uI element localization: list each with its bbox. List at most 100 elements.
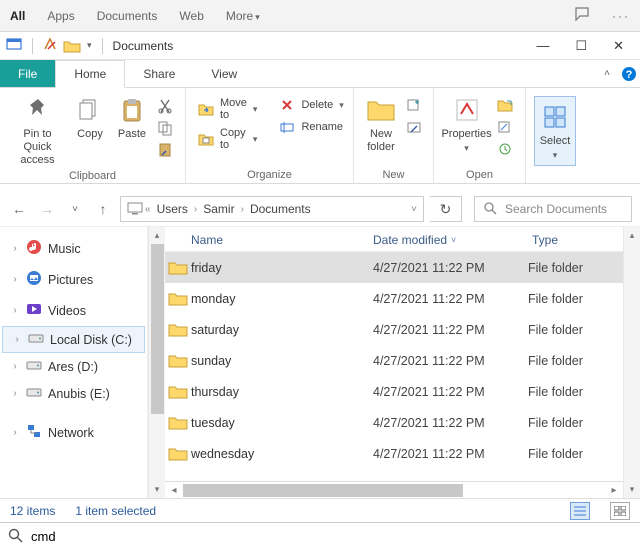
- file-list[interactable]: friday4/27/2021 11:22 PMFile folder mond…: [165, 252, 623, 481]
- folder-icon: [165, 415, 191, 431]
- filter-all[interactable]: All: [10, 9, 25, 23]
- sidebar-item-local-disk-c[interactable]: ›Local Disk (C:): [2, 326, 145, 353]
- table-row[interactable]: friday4/27/2021 11:22 PMFile folder: [165, 252, 623, 283]
- table-row[interactable]: tuesday4/27/2021 11:22 PMFile folder: [165, 407, 623, 438]
- music-icon: [26, 239, 42, 258]
- search-icon: [483, 201, 497, 218]
- close-button[interactable]: ✕: [613, 38, 624, 54]
- pc-icon: [127, 201, 143, 218]
- status-bar: 12 items 1 item selected: [0, 498, 640, 522]
- explorer-icon: [6, 36, 22, 55]
- qat-dropdown-icon[interactable]: ▾: [87, 40, 92, 51]
- filter-more[interactable]: More: [226, 9, 260, 23]
- details-view-button[interactable]: [570, 502, 590, 520]
- group-new-label: New: [354, 169, 433, 183]
- new-folder-button[interactable]: New folder: [362, 92, 400, 156]
- qat-properties-icon[interactable]: [43, 37, 57, 54]
- group-open-label: Open: [434, 169, 525, 183]
- help-icon[interactable]: ?: [618, 60, 640, 87]
- more-options-icon[interactable]: ···: [612, 9, 630, 23]
- table-row[interactable]: wednesday4/27/2021 11:22 PMFile folder: [165, 438, 623, 469]
- up-button[interactable]: ↑: [92, 198, 114, 220]
- paste-button[interactable]: Paste: [113, 92, 151, 143]
- history-icon[interactable]: [497, 142, 513, 158]
- filter-apps[interactable]: Apps: [47, 9, 74, 23]
- table-row[interactable]: sunday4/27/2021 11:22 PMFile folder: [165, 345, 623, 376]
- forward-button[interactable]: →: [36, 198, 58, 220]
- network-icon: [26, 423, 42, 442]
- crumb-samir[interactable]: Samir: [199, 202, 238, 216]
- select-button[interactable]: Select ▾: [534, 96, 576, 166]
- open-icon[interactable]: [497, 98, 513, 114]
- sidebar-item-ares-d[interactable]: ›Ares (D:): [0, 353, 147, 380]
- main-area: ›Music ›Pictures ›Videos ›Local Disk (C:…: [0, 226, 640, 498]
- search-command-bar[interactable]: [0, 522, 640, 550]
- navigation-pane[interactable]: ›Music ›Pictures ›Videos ›Local Disk (C:…: [0, 227, 148, 498]
- paste-icon: [116, 94, 148, 126]
- column-date-modified[interactable]: Date modified˅: [373, 233, 528, 247]
- crumb-users[interactable]: Users: [153, 202, 192, 216]
- sidebar-item-music[interactable]: ›Music: [0, 233, 147, 264]
- crumb-documents[interactable]: Documents: [246, 202, 315, 216]
- drive-icon: [28, 332, 44, 347]
- copy-to-button[interactable]: Copy to▾: [194, 126, 261, 152]
- folder-icon: [165, 353, 191, 369]
- drive-icon: [26, 359, 42, 374]
- filelist-scrollbar[interactable]: ▴ ▾: [623, 227, 640, 498]
- copy-to-icon: [198, 131, 214, 147]
- group-organize-label: Organize: [186, 169, 353, 183]
- address-dropdown-icon[interactable]: ˅: [411, 204, 417, 215]
- rename-button[interactable]: Rename: [275, 118, 347, 136]
- back-button[interactable]: ←: [8, 198, 30, 220]
- folder-icon: [165, 291, 191, 307]
- properties-icon: [451, 94, 483, 126]
- ribbon: Pin to Quick access Copy Paste Clipboard: [0, 88, 640, 184]
- pin-to-quick-access-button[interactable]: Pin to Quick access: [8, 92, 67, 170]
- tab-home[interactable]: Home: [55, 60, 125, 88]
- status-item-count: 12 items: [10, 504, 55, 518]
- window-titlebar: ▾ Documents — ☐ ✕: [0, 32, 640, 60]
- sidebar-item-pictures[interactable]: ›Pictures: [0, 264, 147, 295]
- new-item-icon[interactable]: [406, 98, 422, 114]
- maximize-button[interactable]: ☐: [575, 38, 587, 54]
- column-type[interactable]: Type: [528, 233, 623, 247]
- recent-locations-button[interactable]: ˅: [64, 198, 86, 220]
- column-name[interactable]: Name: [165, 233, 373, 247]
- paste-shortcut-icon[interactable]: [157, 142, 173, 158]
- navigation-row: ← → ˅ ↑ « Users › Samir › Documents ˅ ↻ …: [0, 192, 640, 226]
- feedback-icon[interactable]: [574, 6, 590, 25]
- table-row[interactable]: saturday4/27/2021 11:22 PMFile folder: [165, 314, 623, 345]
- copy-path-icon[interactable]: [157, 120, 173, 136]
- edit-icon[interactable]: [497, 120, 513, 136]
- move-to-button[interactable]: Move to▾: [194, 96, 261, 122]
- properties-button[interactable]: Properties ▾: [442, 92, 491, 156]
- collapse-ribbon-icon[interactable]: ˄: [596, 60, 618, 87]
- minimize-button[interactable]: —: [536, 38, 549, 54]
- refresh-button[interactable]: ↻: [430, 196, 462, 222]
- qat-folder-icon[interactable]: [63, 38, 81, 53]
- sidebar-item-videos[interactable]: ›Videos: [0, 295, 147, 326]
- column-headers: Name Date modified˅ Type: [165, 227, 623, 252]
- ribbon-tabs: File Home Share View ˄ ?: [0, 60, 640, 88]
- tab-view[interactable]: View: [193, 60, 255, 87]
- easy-access-icon[interactable]: [406, 120, 422, 136]
- large-icons-view-button[interactable]: [610, 502, 630, 520]
- delete-button[interactable]: Delete▾: [275, 96, 347, 114]
- filter-web[interactable]: Web: [179, 9, 203, 23]
- copy-button[interactable]: Copy: [71, 92, 109, 143]
- command-input[interactable]: [31, 529, 632, 544]
- videos-icon: [26, 301, 42, 320]
- search-box[interactable]: Search Documents: [474, 196, 632, 222]
- sidebar-scrollbar[interactable]: ▴ ▾: [148, 227, 165, 498]
- table-row[interactable]: thursday4/27/2021 11:22 PMFile folder: [165, 376, 623, 407]
- filter-documents[interactable]: Documents: [97, 9, 158, 23]
- tab-share[interactable]: Share: [125, 60, 193, 87]
- select-icon: [539, 101, 571, 133]
- table-row[interactable]: monday4/27/2021 11:22 PMFile folder: [165, 283, 623, 314]
- tab-file[interactable]: File: [0, 60, 55, 87]
- sidebar-item-network[interactable]: ›Network: [0, 417, 147, 448]
- address-bar[interactable]: « Users › Samir › Documents ˅: [120, 196, 424, 222]
- sidebar-item-anubis-e[interactable]: ›Anubis (E:): [0, 380, 147, 407]
- horizontal-scrollbar[interactable]: ◂▸: [165, 481, 623, 498]
- cut-icon[interactable]: [157, 98, 173, 114]
